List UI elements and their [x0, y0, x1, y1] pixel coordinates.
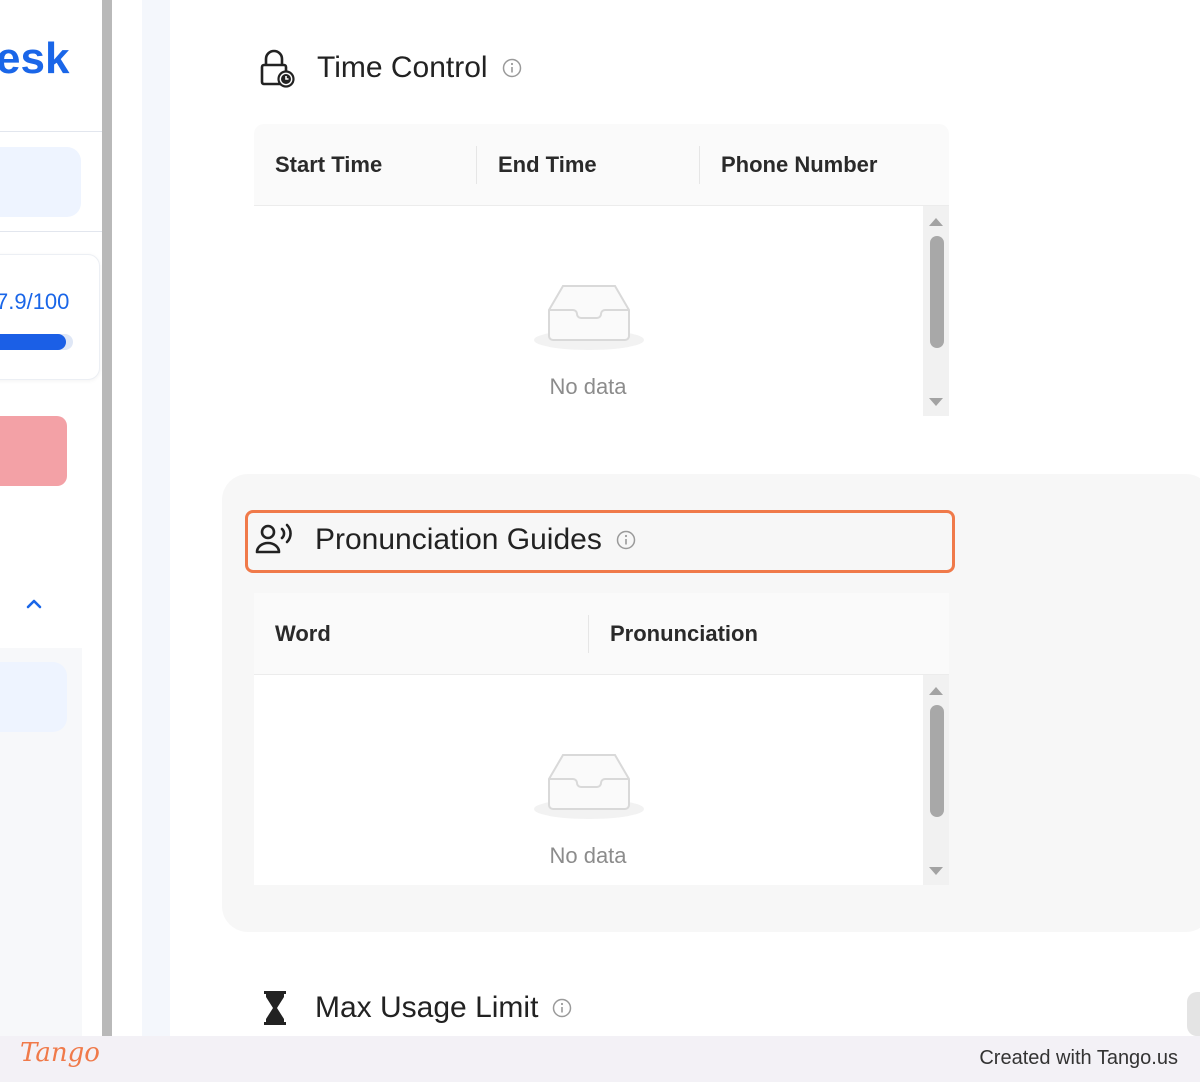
column-header-word[interactable]: Word: [254, 593, 588, 675]
table-body: No data: [254, 675, 923, 885]
scroll-down-arrow-icon[interactable]: [923, 392, 949, 412]
upgrade-button[interactable]: [0, 416, 67, 486]
time-control-header: Time Control: [257, 48, 522, 88]
usage-label: 7.9/100: [0, 289, 70, 314]
scrollbar-thumb[interactable]: [930, 705, 944, 817]
table-header: Word Pronunciation: [254, 593, 949, 675]
empty-text: No data: [549, 374, 627, 399]
usage-card: [0, 254, 100, 380]
sidebar-divider: [0, 131, 102, 132]
vertical-scrollbar[interactable]: [923, 675, 949, 885]
tango-highlight-box: [245, 510, 955, 573]
footer: Tango Created with Tango.us: [0, 1036, 1200, 1082]
max-usage-limit-header: Max Usage Limit: [255, 988, 572, 1028]
sidebar: esk 7.9/100: [0, 0, 102, 1036]
column-header-end-time[interactable]: End Time: [477, 124, 699, 206]
column-header-pronunciation[interactable]: Pronunciation: [589, 593, 949, 675]
column-header-phone-number[interactable]: Phone Number: [700, 124, 949, 206]
section-title: Max Usage Limit: [315, 991, 539, 1024]
scroll-up-arrow-icon[interactable]: [923, 212, 949, 232]
gutter: [142, 0, 170, 1036]
tango-logo[interactable]: Tango: [20, 1038, 100, 1068]
column-header-start-time[interactable]: Start Time: [254, 124, 476, 206]
sidebar-submenu-item[interactable]: [0, 662, 67, 732]
info-icon[interactable]: [502, 58, 522, 78]
pronunciation-guides-table: Word Pronunciation No data: [254, 593, 949, 885]
empty-inbox-icon: [534, 285, 644, 350]
app-logo[interactable]: esk: [0, 34, 69, 84]
sidebar-divider: [0, 231, 102, 232]
time-control-table: Start Time End Time Phone Number No data: [254, 124, 949, 416]
vertical-scrollbar[interactable]: [923, 206, 949, 416]
empty-state: No data: [254, 206, 923, 416]
side-tab[interactable]: [1187, 992, 1200, 1036]
gutter: [112, 0, 142, 1036]
empty-text: No data: [549, 843, 627, 868]
table-body: No data: [254, 206, 923, 416]
table-header: Start Time End Time Phone Number: [254, 124, 949, 206]
scroll-down-arrow-icon[interactable]: [923, 861, 949, 881]
scroll-up-arrow-icon[interactable]: [923, 681, 949, 701]
usage-progress-fill: [0, 334, 66, 350]
empty-state: No data: [254, 675, 923, 885]
empty-inbox-icon: [534, 754, 644, 819]
sidebar-nav-item[interactable]: [0, 147, 81, 217]
panel-divider[interactable]: [102, 0, 112, 1036]
lock-clock-icon: [260, 49, 295, 88]
section-title: Time Control: [317, 51, 488, 84]
chevron-up-icon[interactable]: [24, 594, 44, 614]
page: esk 7.9/100 Time Control Start Time End …: [0, 0, 1200, 1082]
info-icon[interactable]: [552, 998, 572, 1018]
hourglass-icon: [264, 991, 286, 1025]
usage-progress-bar: [0, 334, 73, 350]
footer-credit[interactable]: Created with Tango.us: [979, 1047, 1178, 1070]
scrollbar-thumb[interactable]: [930, 236, 944, 348]
